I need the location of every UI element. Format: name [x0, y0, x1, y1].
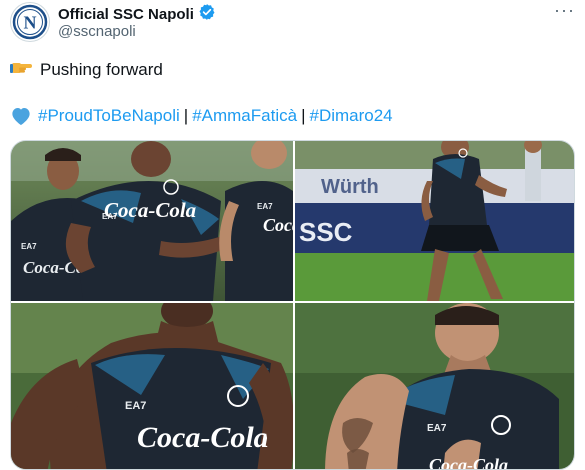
more-options-icon[interactable]: ··· — [554, 0, 575, 20]
svg-text:Würth: Würth — [321, 176, 379, 198]
user-handle[interactable]: @sscnapoli — [58, 23, 136, 41]
media-photo-3[interactable]: EA7 Coca-Cola — [11, 303, 293, 469]
svg-text:Coca-Cola: Coca-Cola — [263, 215, 293, 235]
svg-text:EA7: EA7 — [427, 423, 447, 434]
hashtag-separator: | — [301, 106, 306, 125]
media-photo-2[interactable]: Würth SSC — [295, 141, 574, 301]
ssc-napoli-logo-icon: N — [12, 4, 48, 40]
verified-badge-icon — [198, 3, 216, 26]
hashtag-separator: | — [183, 106, 189, 125]
svg-text:Coca-Cola: Coca-Cola — [137, 421, 269, 454]
tweet-card: N Official SSC Napoli @sscnapoli ··· Pus… — [0, 0, 585, 470]
svg-text:SSC: SSC — [299, 217, 353, 247]
media-photo-1[interactable]: Coca-Cola EA7 EA7 Coca-Cola EA7 Coca-Col… — [11, 141, 293, 301]
svg-text:N: N — [24, 13, 37, 33]
blue-heart-icon — [10, 106, 32, 126]
pointing-hand-icon — [10, 57, 34, 83]
hashtag-link[interactable]: #ProudToBeNapoli — [38, 105, 180, 127]
svg-text:EA7: EA7 — [21, 242, 37, 251]
post-text-line: Pushing forward — [10, 57, 163, 83]
media-grid: Coca-Cola EA7 EA7 Coca-Cola EA7 Coca-Col… — [10, 140, 575, 470]
svg-text:EA7: EA7 — [125, 400, 146, 412]
svg-text:EA7: EA7 — [257, 202, 273, 211]
svg-text:Coca-Cola: Coca-Cola — [429, 455, 508, 470]
hashtag-link[interactable]: #AmmaFaticà — [192, 105, 297, 127]
media-photo-4[interactable]: EA7 Coca-Cola — [295, 303, 574, 470]
hashtag-line: #ProudToBeNapoli | #AmmaFaticà | #Dimaro… — [10, 105, 393, 127]
hashtag-link[interactable]: #Dimaro24 — [309, 105, 392, 127]
display-name[interactable]: Official SSC Napoli — [58, 6, 194, 24]
svg-text:Coca-Cola: Coca-Cola — [104, 198, 196, 222]
post-text: Pushing forward — [40, 60, 163, 79]
avatar[interactable]: N — [10, 2, 50, 42]
